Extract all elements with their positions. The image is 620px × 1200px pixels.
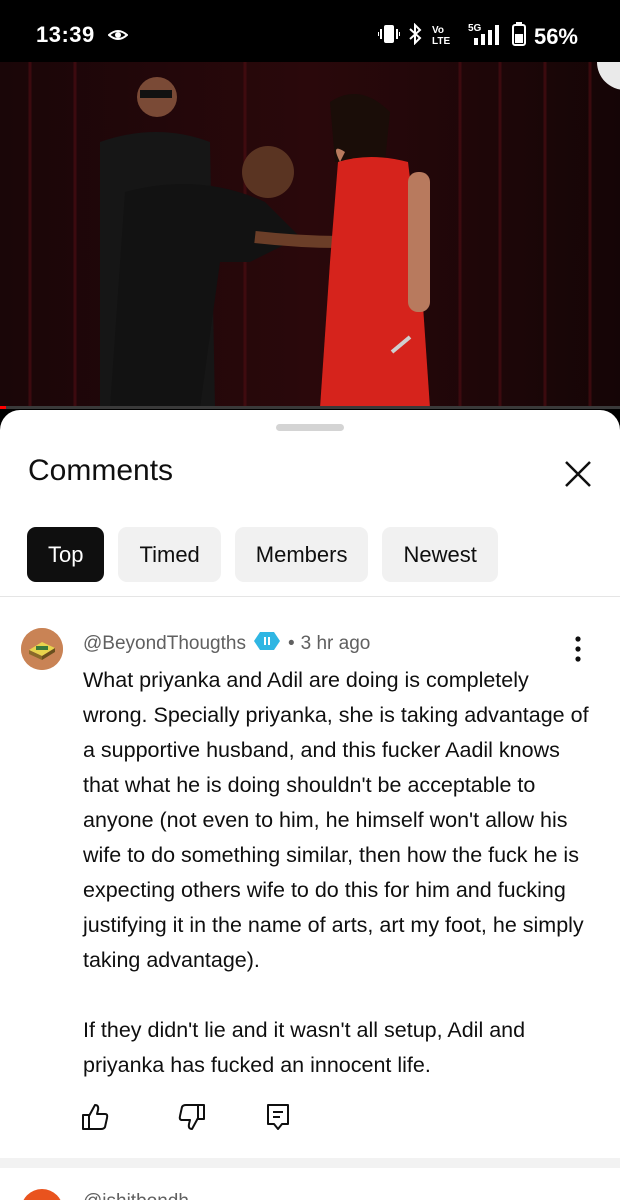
chip-timed[interactable]: Timed [118, 527, 221, 582]
bluetooth-icon [408, 22, 422, 50]
drag-handle[interactable] [276, 424, 344, 431]
battery-percent: 56% [533, 23, 578, 49]
close-button[interactable] [562, 458, 594, 490]
avatar[interactable] [21, 1189, 63, 1200]
like-button[interactable] [80, 1102, 112, 1134]
chip-members[interactable]: Members [234, 527, 369, 582]
svg-text:Vo: Vo [432, 25, 444, 36]
status-bar: 13:39 Vo LTE 5G 56% [0, 0, 620, 62]
chip-top[interactable]: Top [27, 527, 105, 582]
reply-button[interactable] [263, 1102, 295, 1134]
close-icon [565, 461, 591, 487]
thumbs-up-icon [82, 1104, 109, 1130]
dislike-button[interactable] [177, 1102, 209, 1134]
comment-time: 3 hr ago [300, 633, 371, 654]
comment-author-partial[interactable]: @jshitbondh... [83, 1191, 205, 1200]
signal-5g-icon: 5G [464, 22, 504, 51]
more-vert-icon [575, 636, 581, 662]
avatar-image [21, 628, 63, 670]
video-player[interactable] [0, 62, 620, 408]
comment-text: What priyanka and Adil are doing is comp… [83, 663, 598, 1083]
comments-title: Comments [28, 454, 174, 487]
comment-separator-band [0, 1158, 620, 1168]
comment-menu-button[interactable] [566, 634, 590, 664]
divider [0, 596, 620, 597]
eye-icon [107, 28, 129, 46]
reply-icon [267, 1104, 289, 1130]
comment-paragraph: If they didn't lie and it wasn't all set… [83, 1018, 526, 1077]
status-icons: Vo LTE 5G 56% [376, 22, 578, 51]
video-progress-fill [0, 406, 7, 409]
battery-icon [511, 22, 526, 51]
video-progress-bar[interactable] [0, 406, 620, 409]
comment-filter-chips: Top Timed Members Newest [27, 527, 498, 582]
comment-header: @BeyondThougths • 3 hr ago [83, 630, 370, 658]
vibrate-icon [376, 24, 401, 49]
chip-newest[interactable]: Newest [382, 527, 498, 582]
comment-author[interactable]: @BeyondThougths [83, 633, 246, 655]
volte-icon: Vo LTE [430, 23, 456, 50]
thumbs-down-icon [178, 1104, 205, 1130]
video-frame [0, 62, 620, 408]
svg-text:LTE: LTE [432, 36, 450, 45]
comment-separator: • [287, 633, 295, 654]
member-badge-icon [252, 630, 282, 658]
avatar[interactable] [21, 628, 63, 670]
status-time: 13:39 [36, 22, 95, 47]
comment-paragraph: What priyanka and Adil are doing is comp… [83, 668, 589, 972]
comments-sheet: Comments Top Timed Members Newest @Beyon… [0, 410, 620, 1200]
svg-text:5G: 5G [468, 23, 482, 34]
